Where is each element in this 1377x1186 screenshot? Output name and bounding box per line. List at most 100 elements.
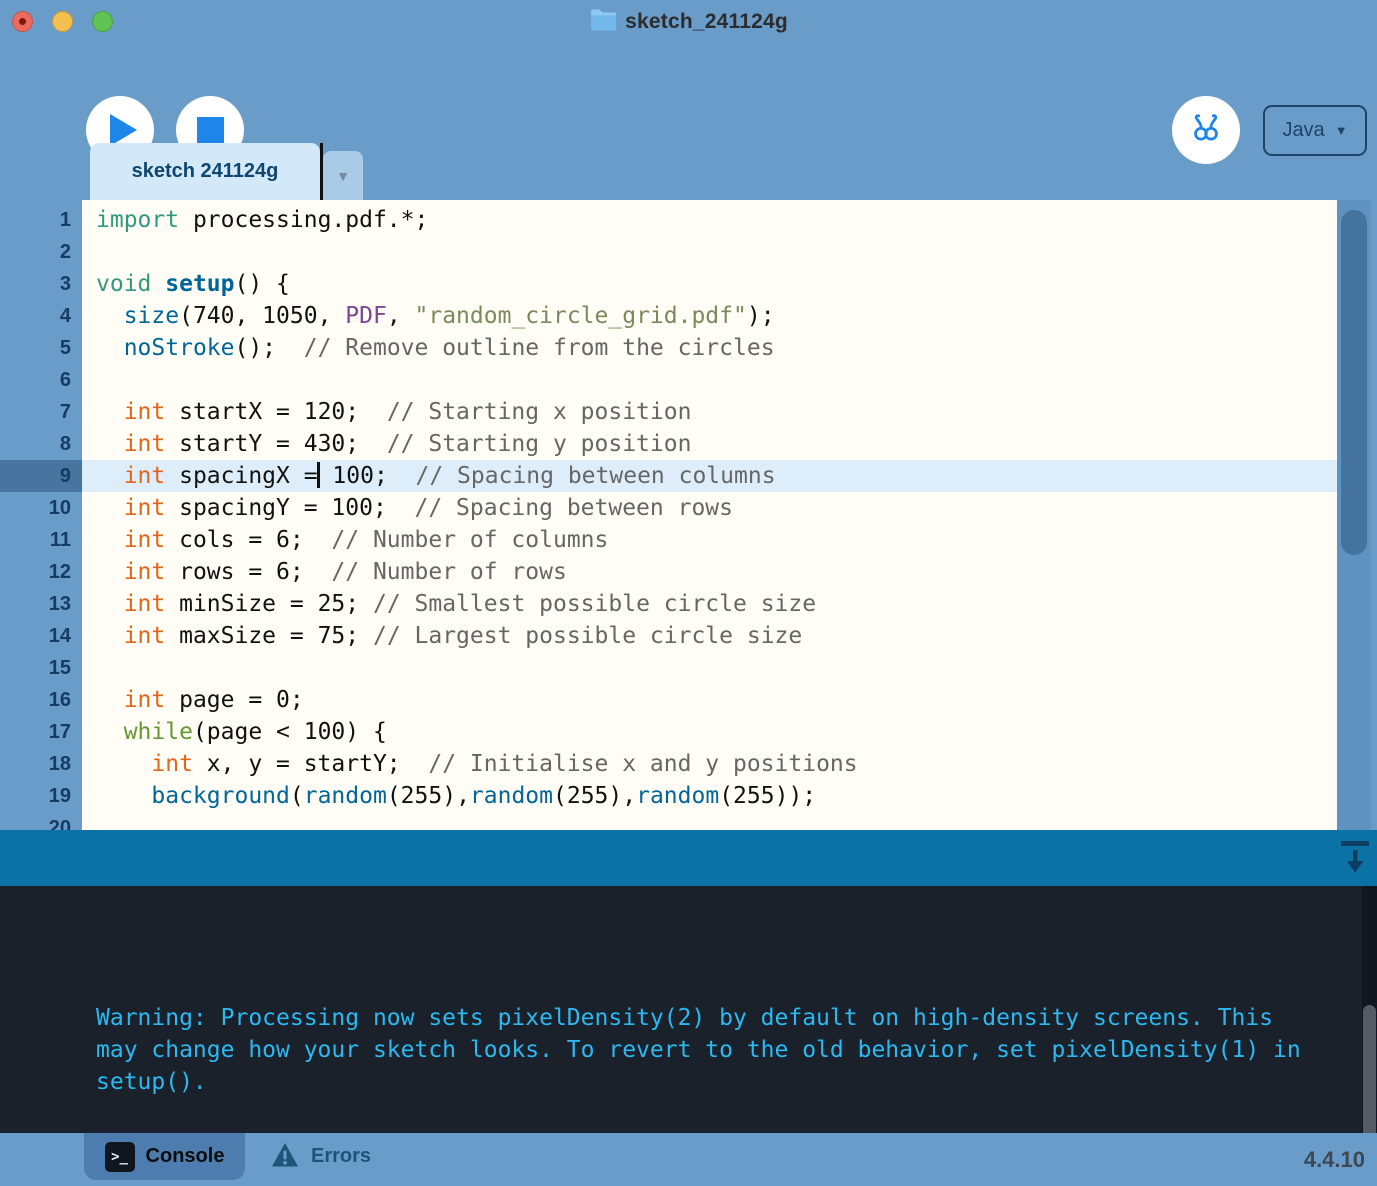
folder-icon	[589, 8, 616, 36]
code-line-5[interactable]: 5 noStroke(); // Remove outline from the…	[0, 332, 1377, 364]
close-button[interactable]	[12, 11, 33, 32]
code-line-6[interactable]: 6	[0, 364, 1377, 396]
code-line-8[interactable]: 8 int startY = 430; // Starting y positi…	[0, 428, 1377, 460]
line-number: 18	[0, 748, 82, 780]
line-number: 11	[0, 524, 82, 556]
editor-scrollbar[interactable]	[1337, 200, 1377, 830]
code-text: int startX = 120; // Starting x position	[82, 396, 1337, 428]
line-number: 13	[0, 588, 82, 620]
console-message-line: may change how your sketch looks. To rev…	[96, 1034, 1337, 1066]
code-line-15[interactable]: 15	[0, 652, 1377, 684]
chevron-down-icon: ▼	[336, 168, 350, 184]
editor-scrollbar-thumb[interactable]	[1341, 210, 1367, 555]
warning-triangle-icon	[271, 1142, 299, 1171]
line-number: 14	[0, 620, 82, 652]
console-output: Warning: Processing now sets pixelDensit…	[0, 886, 1377, 1098]
line-number: 12	[0, 556, 82, 588]
line-number: 4	[0, 300, 82, 332]
tab-menu-button[interactable]: ▼	[323, 151, 363, 200]
code-text: int spacingX = 100; // Spacing between c…	[82, 460, 1337, 492]
window-controls	[12, 11, 113, 32]
code-text	[82, 236, 1337, 268]
line-number: 19	[0, 780, 82, 812]
processing-ide-window: sketch_241124g Java ▼	[0, 0, 1377, 1186]
zoom-button[interactable]	[92, 11, 113, 32]
console-tab-label: Console	[146, 1145, 225, 1168]
code-text	[82, 812, 1337, 830]
code-text: int minSize = 25; // Smallest possible c…	[82, 588, 1337, 620]
code-line-2[interactable]: 2	[0, 236, 1377, 268]
code-text: int cols = 6; // Number of columns	[82, 524, 1337, 556]
code-text: size(740, 1050, PDF, "random_circle_grid…	[82, 300, 1337, 332]
console-message-line: setup().	[96, 1066, 1337, 1098]
title-bar: sketch_241124g	[0, 0, 1377, 44]
code-text: noStroke(); // Remove outline from the c…	[82, 332, 1337, 364]
code-text: background(random(255),random(255),rando…	[82, 780, 1337, 812]
line-number: 1	[0, 204, 82, 236]
code-text: import processing.pdf.*;	[82, 204, 1337, 236]
code-text	[82, 364, 1337, 396]
line-number: 7	[0, 396, 82, 428]
dock-down-arrow-icon	[1339, 865, 1371, 880]
collapse-console-button[interactable]	[1337, 839, 1373, 879]
line-number: 17	[0, 716, 82, 748]
code-lines: 1import processing.pdf.*;23void setup() …	[0, 200, 1377, 830]
console-panel: Warning: Processing now sets pixelDensit…	[0, 886, 1377, 1133]
code-line-13[interactable]: 13 int minSize = 25; // Smallest possibl…	[0, 588, 1377, 620]
code-line-19[interactable]: 19 background(random(255),random(255),ra…	[0, 780, 1377, 812]
code-line-12[interactable]: 12 int rows = 6; // Number of rows	[0, 556, 1377, 588]
line-number: 9	[0, 460, 82, 492]
console-message-line: Warning: Processing now sets pixelDensit…	[96, 1002, 1337, 1034]
code-line-20[interactable]: 20	[0, 812, 1377, 830]
chevron-down-icon: ▼	[1335, 123, 1348, 138]
code-line-1[interactable]: 1import processing.pdf.*;	[0, 204, 1377, 236]
code-line-18[interactable]: 18 int x, y = startY; // Initialise x an…	[0, 748, 1377, 780]
code-line-7[interactable]: 7 int startX = 120; // Starting x positi…	[0, 396, 1377, 428]
stop-icon	[197, 117, 224, 144]
code-line-14[interactable]: 14 int maxSize = 75; // Largest possible…	[0, 620, 1377, 652]
line-number: 10	[0, 492, 82, 524]
title-group: sketch_241124g	[589, 0, 788, 44]
code-line-10[interactable]: 10 int spacingY = 100; // Spacing betwee…	[0, 492, 1377, 524]
line-number: 5	[0, 332, 82, 364]
line-number: 2	[0, 236, 82, 268]
line-number: 15	[0, 652, 82, 684]
window-title: sketch_241124g	[625, 10, 788, 34]
terminal-glyph: >_	[111, 1149, 128, 1165]
mode-label: Java	[1282, 119, 1324, 142]
toolbar: Java ▼	[0, 44, 1377, 143]
line-number: 20	[0, 812, 82, 830]
version-label: 4.4.10	[1304, 1133, 1365, 1186]
code-line-17[interactable]: 17 while(page < 100) {	[0, 716, 1377, 748]
code-text: while(page < 100) {	[82, 716, 1337, 748]
code-editor[interactable]: 1import processing.pdf.*;23void setup() …	[0, 200, 1377, 830]
console-divider[interactable]	[0, 830, 1377, 886]
tab-bar: sketch 241124g ▼	[0, 143, 1377, 200]
play-icon	[110, 114, 137, 146]
code-text: int page = 0;	[82, 684, 1337, 716]
terminal-icon: >_	[105, 1142, 135, 1172]
code-line-3[interactable]: 3void setup() {	[0, 268, 1377, 300]
minimize-button[interactable]	[52, 11, 73, 32]
line-number: 8	[0, 428, 82, 460]
status-bar: >_ Console Errors 4.4.10	[0, 1133, 1377, 1186]
tab-sketch[interactable]: sketch 241124g	[90, 143, 320, 200]
code-text: void setup() {	[82, 268, 1337, 300]
errors-tab[interactable]: Errors	[265, 1133, 377, 1180]
line-number: 16	[0, 684, 82, 716]
code-text: int startY = 430; // Starting y position	[82, 428, 1337, 460]
errors-tab-label: Errors	[311, 1145, 371, 1168]
code-text: int rows = 6; // Number of rows	[82, 556, 1337, 588]
code-text: int maxSize = 75; // Largest possible ci…	[82, 620, 1337, 652]
code-text: int spacingY = 100; // Spacing between r…	[82, 492, 1337, 524]
code-line-9[interactable]: 9 int spacingX = 100; // Spacing between…	[0, 460, 1377, 492]
code-text: int x, y = startY; // Initialise x and y…	[82, 748, 1337, 780]
line-number: 6	[0, 364, 82, 396]
console-scrollbar-thumb[interactable]	[1363, 1005, 1376, 1133]
code-line-11[interactable]: 11 int cols = 6; // Number of columns	[0, 524, 1377, 556]
code-line-16[interactable]: 16 int page = 0;	[0, 684, 1377, 716]
code-text	[82, 652, 1337, 684]
code-line-4[interactable]: 4 size(740, 1050, PDF, "random_circle_gr…	[0, 300, 1377, 332]
line-number: 3	[0, 268, 82, 300]
console-tab[interactable]: >_ Console	[84, 1133, 245, 1180]
